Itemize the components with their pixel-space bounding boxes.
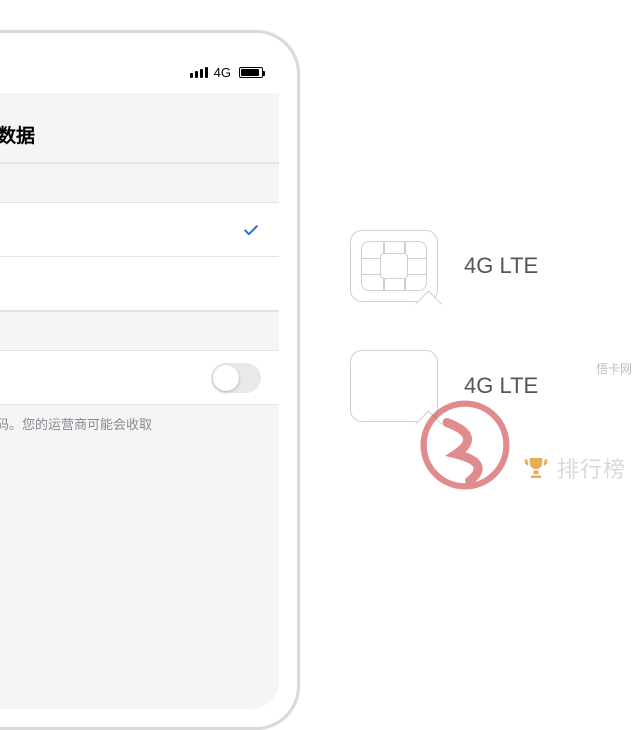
nav-header: 蜂窝移动数据 <box>0 93 279 163</box>
watermark-rank-text: 排行榜 <box>557 452 626 484</box>
sim-slot-1: 4G LTE <box>350 230 538 302</box>
phone-frame: 4G 蜂窝移动数据 19 23 据 <box>0 30 300 730</box>
section-gap <box>0 163 279 203</box>
signal-icon <box>190 67 208 78</box>
watermark-rank: 排行榜 <box>521 452 626 484</box>
page-title: 蜂窝移动数据 <box>0 121 259 148</box>
phone-screen: 4G 蜂窝移动数据 19 23 据 <box>0 51 279 709</box>
sim-label: 4G LTE <box>464 373 538 399</box>
list-item[interactable]: 23 <box>0 257 279 311</box>
trophy-icon <box>521 453 551 483</box>
checkmark-icon <box>241 220 261 240</box>
footer-note: 蜂窝移动数据号码。您的运营商可能会收取 <box>0 405 279 445</box>
section-gap <box>0 311 279 351</box>
battery-icon <box>239 67 263 78</box>
list-item[interactable]: 19 <box>0 203 279 257</box>
watermark-brand-text: 悟卡网 <box>596 360 632 377</box>
status-bar: 4G <box>0 51 279 93</box>
watermark-logo-icon <box>420 400 510 490</box>
sim-selection-list: 19 23 <box>0 203 279 311</box>
sim-card-icon <box>350 230 438 302</box>
toggle-row[interactable]: 据 <box>0 351 279 405</box>
sim-label: 4G LTE <box>464 253 538 279</box>
network-label: 4G <box>214 65 231 80</box>
toggle-switch[interactable] <box>211 363 261 393</box>
